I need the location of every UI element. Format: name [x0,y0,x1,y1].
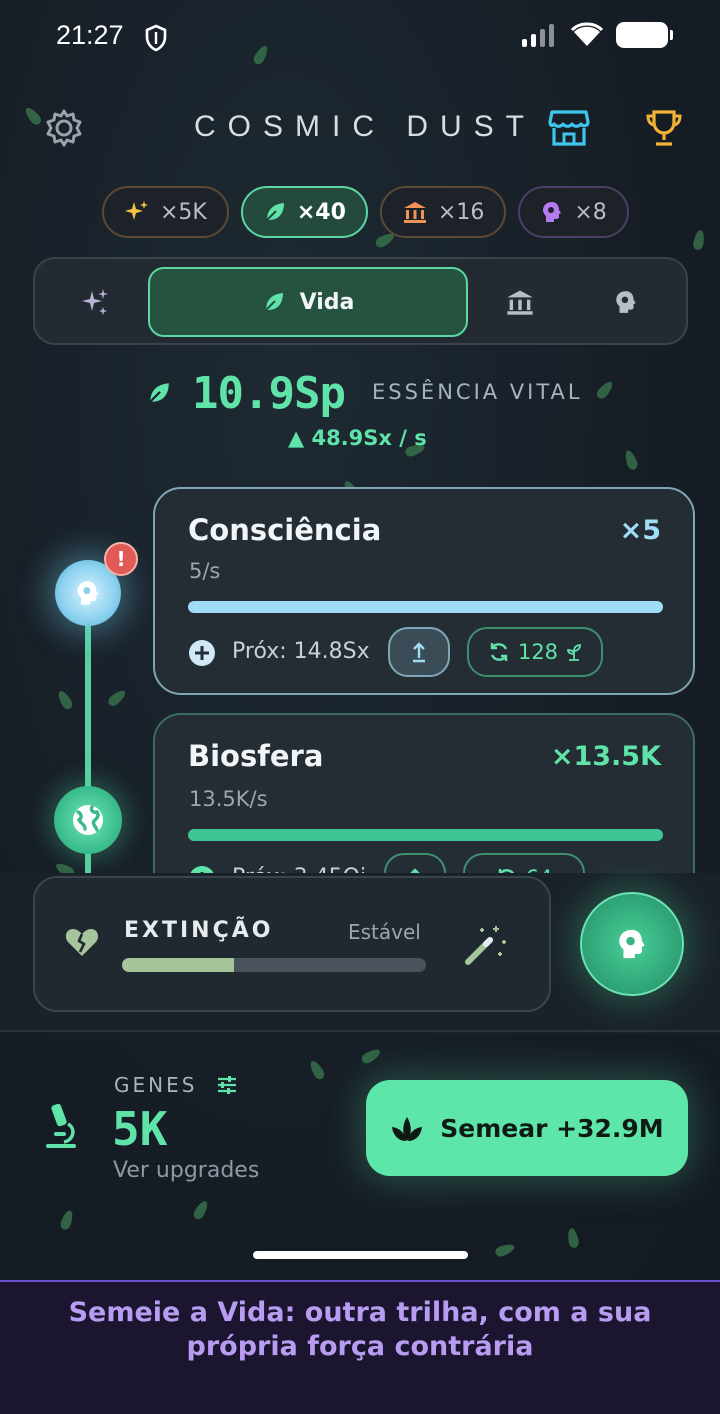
genes-value: 5K [112,1102,168,1156]
brain-icon [543,202,562,222]
battery-icon [616,22,673,48]
card-progress-fill [188,601,663,613]
leaf-decor [251,43,271,67]
leaf-decor [58,1208,76,1232]
consciousness-action-button[interactable] [580,892,684,996]
leaf-decor [55,688,75,712]
shield-icon [144,24,168,56]
status-icons [522,22,673,48]
home-indicator[interactable] [253,1251,468,1259]
plus-circle-icon [188,639,216,671]
essence-value: 10.9Sp [192,368,346,419]
leaf-decor [307,1058,327,1082]
arrow-up-icon [413,642,425,663]
leaf-icon [264,293,283,311]
leaf-decor [566,1227,580,1249]
card-rate: 13.5K/s [189,787,268,811]
trophy-icon[interactable] [644,108,684,152]
card-multiplier: ×13.5K [550,741,661,772]
leaf-icon [146,380,172,410]
broken-heart-icon [64,926,100,962]
extinction-label: EXTINÇÃO [124,918,274,943]
magic-wand-icon[interactable] [462,922,508,972]
card-rate: 5/s [189,559,221,583]
extinction-status: Estável [348,920,421,944]
wifi-icon [570,22,604,46]
institution-icon [403,202,426,223]
timeline-node-biosphere[interactable] [54,786,122,854]
chip-life[interactable]: ×40 [240,186,368,238]
tab-vida[interactable]: Vida [148,267,468,337]
institution-icon [507,290,533,315]
status-time: 21:27 [56,20,124,50]
caption-text: Semeie a Vida: outra trilha, com a sua p… [0,1296,720,1364]
chip-stardust[interactable]: ×5K [102,186,229,238]
brain-icon [77,581,99,605]
realm-tab-bar: Vida [33,257,688,345]
seed-button-label: Semear +32.9M [440,1113,664,1143]
tab-cosmos[interactable] [55,267,135,337]
card-upgrade-button[interactable] [388,627,450,677]
card-cost: 128 [517,640,559,664]
view-upgrades-link[interactable]: Ver upgrades [113,1158,259,1183]
leaf-decor [692,229,706,251]
leaf-decor [191,1198,211,1222]
caption-line: própria força contrária [186,1331,534,1362]
card-progress-fill [188,829,663,841]
tab-label: Vida [299,289,355,315]
chip-label: ×40 [296,199,346,225]
tab-consciousness[interactable] [591,267,661,337]
chip-civilization[interactable]: ×16 [379,186,507,238]
sparkles-icon [125,201,148,220]
extinction-meter-fill [122,958,235,972]
leaf-decor [106,687,128,709]
leaf-decor [594,379,616,401]
sliders-icon[interactable] [216,1074,238,1100]
essence-rate: ▲ 48.9Sx / s [288,426,427,450]
leaf-icon [266,203,284,221]
multiplier-chips: ×5K ×40 ×16 ×8 [102,186,629,238]
chip-label: ×5K [160,199,207,225]
essence-label: ESSÊNCIA VITAL [372,380,583,404]
leaf-decor [493,1241,517,1259]
brain-icon [619,929,645,959]
chip-label: ×8 [574,199,607,225]
card-title: Biosfera [188,739,324,773]
section-divider [0,1030,720,1032]
alert-badge: ! [104,542,138,576]
refresh-icon [490,643,508,661]
leaf-decor [622,448,640,472]
tab-civilization[interactable] [485,267,555,337]
globe-icon [73,805,103,835]
leaf-decor [359,1046,383,1066]
card-progress-track [188,601,663,613]
card-multiplier: ×5 [619,515,661,546]
chip-consciousness[interactable]: ×8 [518,186,629,238]
genes-label: GENES [114,1073,198,1097]
brain-icon [616,291,636,313]
card-consciousness[interactable]: Consciência ×5 5/s Próx: 14.8Sx 128 [153,487,695,695]
card-title: Consciência [188,513,382,547]
signal-icon [522,24,554,47]
app-screen: 21:27 COSMIC DUST ×5K ×40 ×16 ×8 Vida 10… [0,0,720,1280]
sprout-icon [567,644,581,661]
chip-label: ×16 [437,199,485,225]
shop-icon[interactable] [548,108,590,152]
caption-banner: Semeie a Vida: outra trilha, com a sua p… [0,1280,720,1414]
caption-line: Semeie a Vida: outra trilha, com a sua [68,1297,652,1328]
app-title: COSMIC DUST [194,110,536,143]
card-rebirth-button[interactable]: 128 [467,627,603,677]
microscope-icon [40,1100,80,1156]
seed-button[interactable]: Semear +32.9M [366,1080,688,1176]
card-progress-track [188,829,663,841]
extinction-meter [122,958,426,972]
sparkles-icon [82,289,108,315]
card-next-label: Próx: 14.8Sx [232,639,370,664]
plant-icon [392,1117,423,1141]
